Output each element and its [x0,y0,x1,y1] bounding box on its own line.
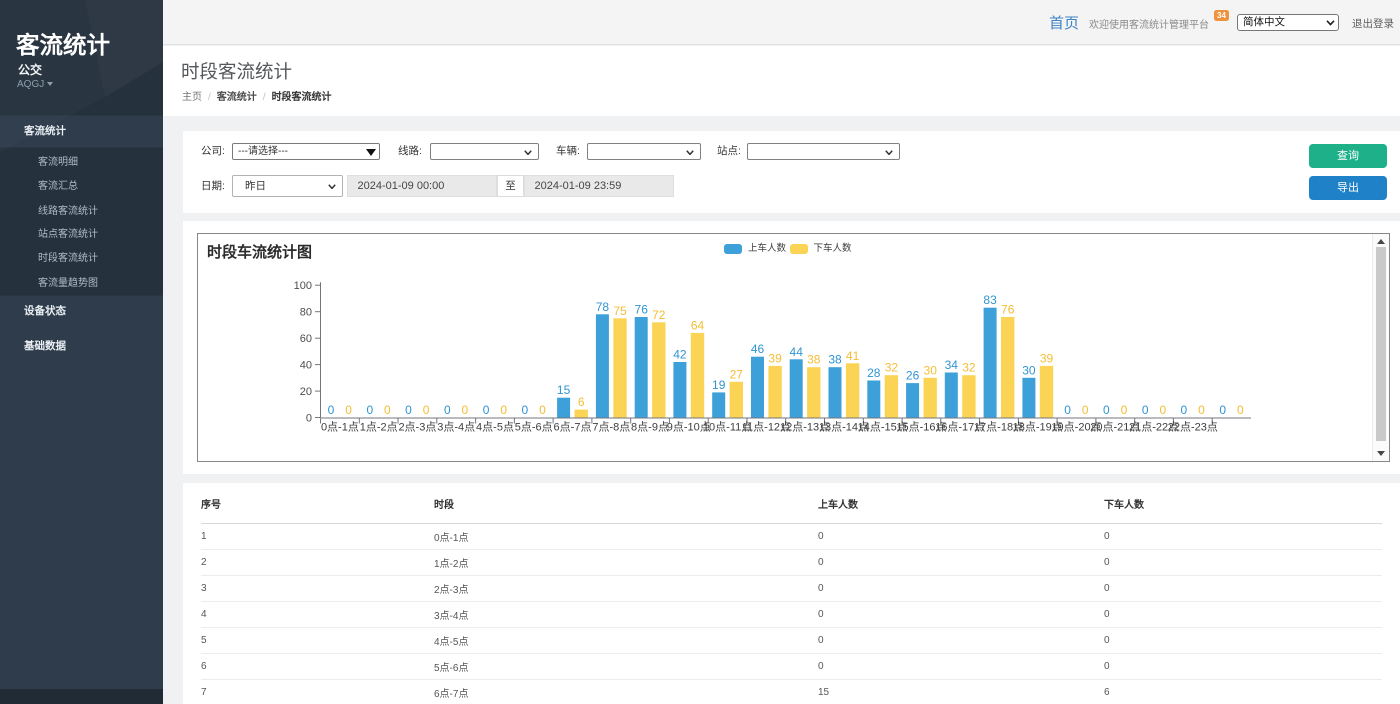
svg-text:27: 27 [730,367,744,381]
svg-text:32: 32 [885,361,899,375]
svg-text:39: 39 [1040,351,1054,365]
svg-text:6点-7点: 6点-7点 [554,421,592,434]
svg-text:0: 0 [1198,403,1205,417]
svg-text:0: 0 [522,403,529,417]
svg-text:38: 38 [807,353,821,367]
svg-text:0: 0 [500,403,507,417]
svg-text:75: 75 [613,304,627,318]
svg-text:0: 0 [462,403,469,417]
svg-text:46: 46 [751,342,765,356]
svg-text:19: 19 [712,378,726,392]
svg-text:15: 15 [557,383,571,397]
svg-text:42: 42 [673,348,687,362]
svg-text:44: 44 [790,345,804,359]
svg-text:0: 0 [1142,403,1149,417]
svg-text:60: 60 [300,333,312,345]
svg-text:40: 40 [300,360,312,372]
svg-text:20: 20 [300,386,312,398]
svg-text:30: 30 [1022,363,1036,377]
svg-text:0点-1点: 0点-1点 [321,421,359,434]
svg-text:0: 0 [1082,403,1089,417]
svg-text:6: 6 [578,395,585,409]
svg-text:0: 0 [423,403,430,417]
svg-text:0: 0 [1159,403,1166,417]
svg-text:76: 76 [1001,303,1015,317]
svg-text:0: 0 [1121,403,1128,417]
svg-text:5点-6点: 5点-6点 [515,421,553,434]
svg-text:2点-3点: 2点-3点 [398,421,436,434]
svg-text:38: 38 [828,353,842,367]
svg-text:0: 0 [483,403,490,417]
svg-text:0: 0 [444,403,451,417]
svg-text:100: 100 [294,280,312,292]
svg-text:0: 0 [366,403,373,417]
svg-text:0: 0 [345,403,352,417]
svg-text:0: 0 [1219,403,1226,417]
svg-text:80: 80 [300,307,312,319]
svg-text:1点-2点: 1点-2点 [360,421,398,434]
svg-text:0: 0 [1237,403,1244,417]
svg-text:34: 34 [945,358,959,372]
svg-text:0: 0 [1064,403,1071,417]
svg-text:0: 0 [539,403,546,417]
svg-text:78: 78 [596,300,610,314]
svg-text:41: 41 [846,349,860,363]
svg-text:8点-9点: 8点-9点 [631,421,669,434]
svg-text:0: 0 [405,403,412,417]
svg-text:30: 30 [924,363,938,377]
svg-text:26: 26 [906,369,920,383]
svg-text:0: 0 [1103,403,1110,417]
svg-text:3点-4点: 3点-4点 [437,421,475,434]
svg-text:22点-23点: 22点-23点 [1168,421,1218,434]
svg-text:7点-8点: 7点-8点 [592,421,630,434]
svg-text:39: 39 [768,351,782,365]
svg-text:32: 32 [962,361,976,375]
svg-text:0: 0 [1181,403,1188,417]
svg-text:4点-5点: 4点-5点 [476,421,514,434]
svg-text:76: 76 [635,303,649,317]
svg-text:83: 83 [983,293,997,307]
svg-text:28: 28 [867,366,881,380]
svg-text:0: 0 [328,403,335,417]
svg-text:0: 0 [306,413,312,425]
svg-text:0: 0 [384,403,391,417]
svg-text:64: 64 [691,318,705,332]
svg-text:72: 72 [652,308,666,322]
